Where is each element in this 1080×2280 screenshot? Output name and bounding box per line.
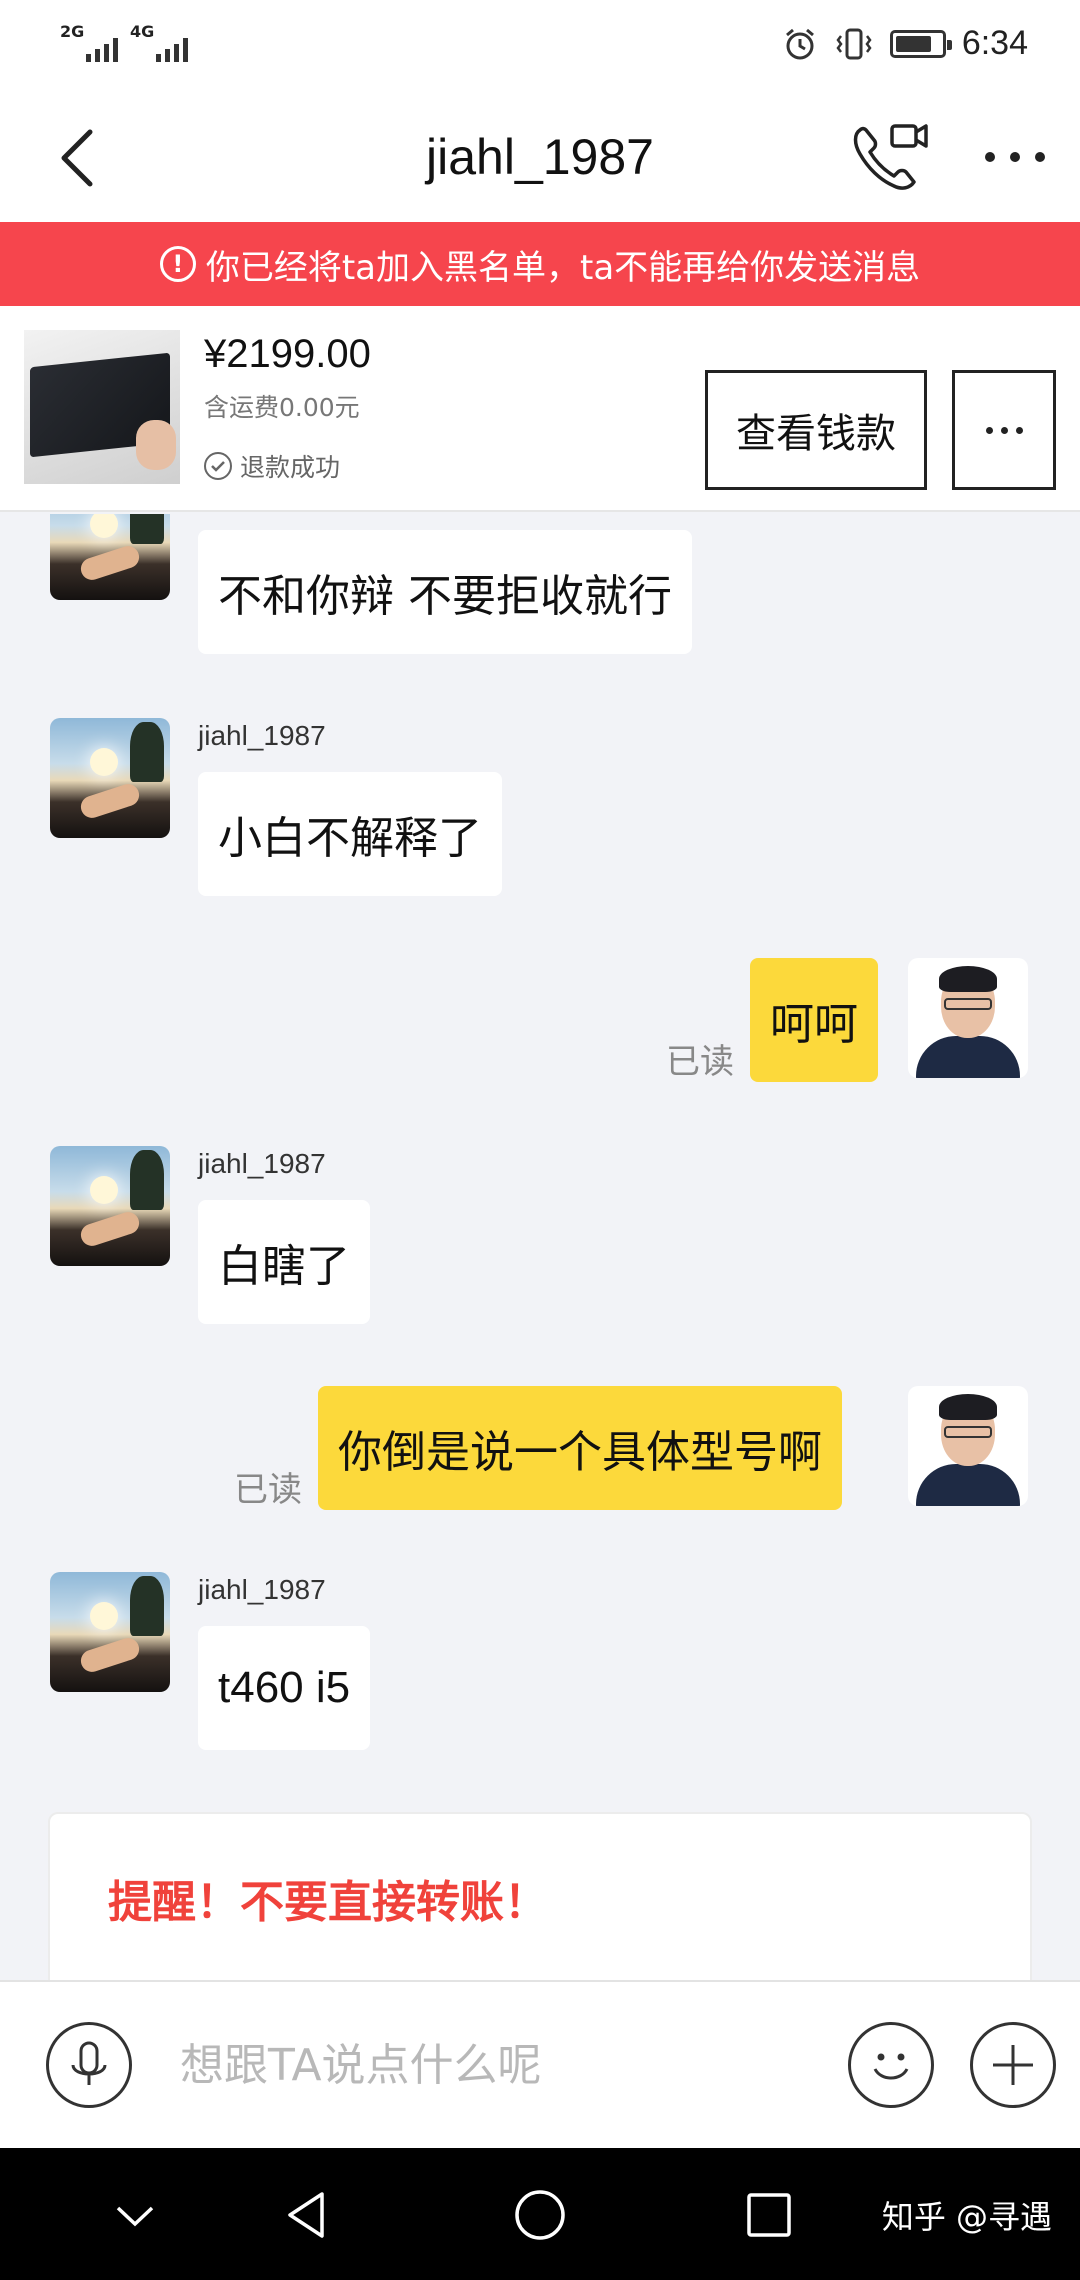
message-bubble[interactable]: 呵呵 — [750, 958, 878, 1082]
nav-back-button[interactable] — [274, 2180, 344, 2250]
avatar[interactable] — [50, 1146, 170, 1266]
more-options-button[interactable] — [980, 132, 1050, 182]
status-right: 6:34 — [782, 24, 1028, 63]
message-bubble[interactable]: 白瞎了 — [198, 1200, 370, 1324]
nav-collapse-button[interactable] — [100, 2180, 170, 2250]
self-avatar[interactable] — [908, 958, 1028, 1078]
alarm-icon — [785, 28, 814, 59]
call-button[interactable] — [850, 120, 930, 194]
message-bubble[interactable]: t460 i5 — [198, 1626, 371, 1750]
message-bubble[interactable]: 不和你辩 不要拒收就行 — [198, 530, 692, 654]
network-type-label: 2G — [60, 22, 85, 41]
add-button[interactable] — [970, 2022, 1056, 2108]
refund-status-text: 退款成功 — [240, 453, 341, 482]
avatar[interactable] — [50, 514, 170, 600]
sender-name: jiahl_1987 — [198, 1148, 326, 1179]
avatar[interactable] — [50, 718, 170, 838]
chat-messages[interactable]: 不和你辩 不要拒收就行 jiahl_1987 小白不解释了 已读 呵呵 jiah… — [0, 514, 1080, 1980]
signal-indicators: 2G 4G — [58, 22, 188, 64]
more-dots-icon — [985, 426, 993, 434]
clock: 6:34 — [961, 24, 1028, 62]
network-type-label: 4G — [130, 22, 155, 41]
read-receipt: 已读 — [666, 1042, 734, 1082]
smiley-icon — [873, 2053, 909, 2080]
more-dots-icon — [985, 152, 1045, 162]
microphone-icon — [71, 2041, 107, 2085]
video-call-icon — [853, 124, 928, 190]
vibrate-icon — [836, 28, 872, 59]
voice-button[interactable] — [46, 2022, 132, 2108]
circle-home-icon — [515, 2190, 565, 2240]
check-circle-icon — [204, 452, 232, 480]
triangle-back-icon — [288, 2192, 324, 2238]
product-price: ¥2199.00 — [204, 332, 371, 376]
square-recents-icon — [747, 2193, 791, 2237]
message-bubble[interactable]: 小白不解释了 — [198, 772, 502, 896]
reminder-title: 提醒！不要直接转账！ — [108, 1877, 548, 1928]
product-thumbnail[interactable] — [24, 330, 180, 484]
message-input-bar — [0, 1980, 1080, 2148]
battery-icon — [889, 29, 952, 58]
read-receipt: 已读 — [234, 1470, 302, 1510]
product-more-button[interactable] — [952, 370, 1056, 490]
nav-home-button[interactable] — [505, 2180, 575, 2250]
message-input[interactable] — [160, 2022, 800, 2108]
refund-status: 退款成功 — [204, 448, 340, 484]
shipping-fee: 含运费0.00元 — [204, 393, 360, 422]
signal-icon: 4G — [128, 22, 188, 64]
self-avatar[interactable] — [908, 1386, 1028, 1506]
signal-icon: 2G — [58, 22, 118, 64]
chevron-down-icon — [116, 2206, 154, 2227]
status-bar: 2G 4G 6:34 — [0, 0, 1080, 92]
alert-circle-icon: ! — [159, 246, 196, 282]
reminder-card: 提醒！不要直接转账！ — [48, 1812, 1032, 1980]
product-card[interactable]: ¥2199.00 含运费0.00元 退款成功 查看钱款 — [0, 306, 1080, 512]
nav-recents-button[interactable] — [734, 2180, 804, 2250]
plus-icon — [993, 2045, 1033, 2085]
blacklist-warning-banner: ! 你已经将ta加入黑名单，ta不能再给你发送消息 — [0, 222, 1080, 306]
message-bubble[interactable]: 你倒是说一个具体型号啊 — [318, 1386, 842, 1510]
avatar[interactable] — [50, 1572, 170, 1692]
warning-text: 你已经将ta加入黑名单，ta不能再给你发送消息 — [205, 247, 921, 288]
chat-header: jiahl_1987 — [0, 92, 1080, 222]
view-money-button[interactable]: 查看钱款 — [705, 370, 927, 490]
sender-name: jiahl_1987 — [198, 720, 326, 751]
emoji-button[interactable] — [848, 2022, 934, 2108]
watermark: 知乎 @寻遇 — [881, 2198, 1052, 2236]
system-nav-bar: 知乎 @寻遇 — [0, 2148, 1080, 2280]
sender-name: jiahl_1987 — [198, 1574, 326, 1605]
